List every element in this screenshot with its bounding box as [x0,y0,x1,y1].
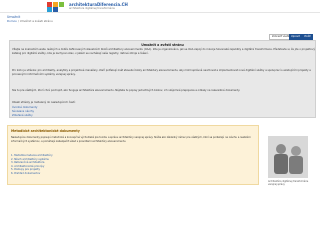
breadcrumb-home[interactable]: Domov [7,19,17,23]
top-bar: architekturaDiferencia.CH architektúra d… [0,0,320,13]
logo-square [53,7,58,12]
people-photo [268,136,308,178]
methodology-section: Metodické architektonické dokumenty Nasl… [7,125,259,185]
logo-subtitle: architektúra digitálnej transformácie [69,7,115,10]
info-paragraph-3: Ste tu pre všetkých, ktorí chcú pochopiť… [12,89,240,92]
logo-square [59,2,64,7]
breadcrumb: Domov / Umožnit a zvěsti stránu [7,19,53,23]
list-item[interactable]: 6. Prehľad dokumentov [11,172,53,176]
info-title: Umožnit a zvěsti stránu [141,43,184,47]
info-paragraph-2: Pro koho je stránka: pro architekty, ana… [12,69,311,76]
info-link[interactable]: Zdieľané služby [12,114,37,118]
section-list: 1. Metodika riadenia architektúry 2. Náv… [11,154,53,176]
links-intro: Obsah stránky je rozdelený do nasledujúc… [12,101,76,104]
info-box: Umožnit a zvěsti stránu Vítejte na znalo… [9,40,316,118]
section-paragraph: Nasledujúce dokumenty popisujú metodické… [11,136,251,143]
info-paragraph-1: Vítejte na znalostním webu reálných a do… [12,48,315,55]
breadcrumb-current: Umožnit a zvěsti stránu [19,19,53,23]
section-title: Metodické architektonické dokumenty [11,129,80,133]
photo-caption: Architektúra digitálnej transformácie ve… [268,180,309,186]
info-links: Úvodné dokumenty Súvisiace návrhy Zdieľa… [12,106,37,118]
logo-square [47,7,52,12]
